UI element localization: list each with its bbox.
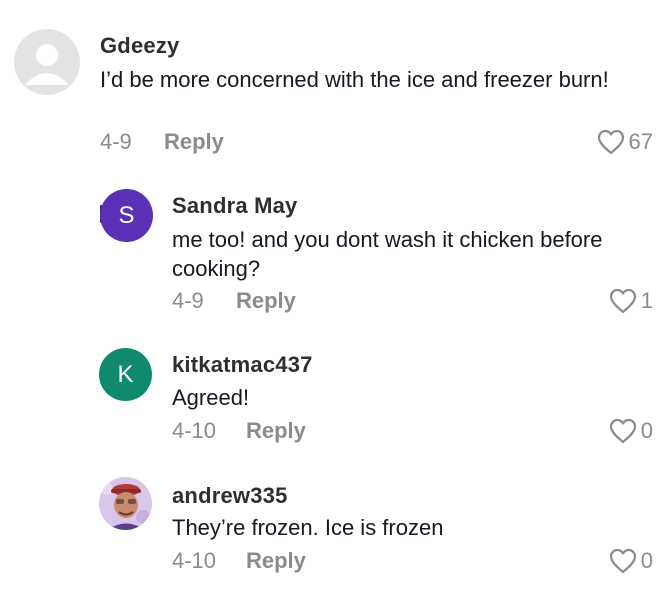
heart-outline-icon [597, 129, 624, 155]
comment-date: 4-10 [172, 418, 217, 443]
like-button[interactable]: 0 [609, 548, 653, 574]
like-button[interactable]: 1 [609, 288, 653, 314]
comment-date: 4-9 [100, 129, 132, 154]
comment-text: me too! and you dont wash it chicken bef… [172, 227, 603, 281]
comment-username[interactable]: kitkatmac437 [172, 352, 313, 378]
like-count: 0 [640, 418, 653, 443]
like-count: 1 [640, 288, 653, 313]
person-icon [25, 44, 69, 85]
like-count: 67 [628, 129, 653, 154]
heart-outline-icon [609, 418, 636, 444]
reply-button[interactable]: Reply [246, 548, 306, 574]
comment-text: I’d be more concerned with the ice and f… [100, 67, 609, 92]
avatar-initial: S [118, 201, 135, 229]
avatar[interactable] [99, 477, 152, 530]
like-button[interactable]: 0 [609, 418, 653, 444]
avatar[interactable]: S [100, 189, 153, 242]
comment-meta: 4-9 Reply [172, 288, 296, 314]
heart-outline-icon [609, 548, 636, 574]
comment-username[interactable]: Sandra May [172, 193, 298, 219]
reply-button[interactable]: Reply [164, 129, 224, 155]
profile-photo-icon [99, 477, 152, 530]
comment-date: 4-10 [172, 548, 217, 573]
comment-meta: 4-10 Reply [172, 548, 306, 574]
comment-date: 4-9 [172, 288, 204, 313]
comment-gdeezy: Gdeezy I’d be more concerned with the ic… [0, 0, 661, 170]
avatar[interactable]: K [99, 348, 152, 401]
comment-meta: 4-10 Reply [172, 418, 306, 444]
reply-button[interactable]: Reply [246, 418, 306, 444]
comment-text: They’re frozen. Ice is frozen [172, 515, 444, 540]
like-button[interactable]: 67 [597, 129, 653, 155]
like-count: 0 [640, 548, 653, 573]
avatar-initial: K [117, 360, 134, 388]
comment-text: Agreed! [172, 385, 250, 410]
reply-button[interactable]: Reply [236, 288, 296, 314]
comment-meta: 4-9 Reply [100, 129, 224, 155]
heart-outline-icon [609, 288, 636, 314]
comment-username[interactable]: andrew335 [172, 483, 288, 509]
avatar[interactable] [14, 29, 80, 95]
comment-username[interactable]: Gdeezy [100, 33, 179, 59]
